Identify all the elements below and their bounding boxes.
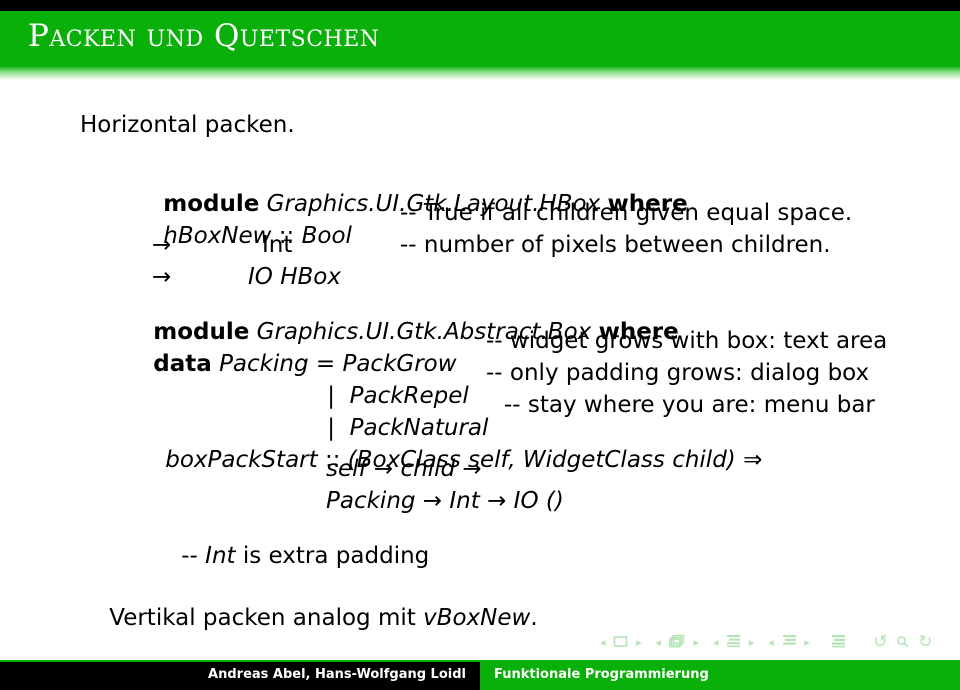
function-name-hboxnew: hBoxNew <box>163 223 272 249</box>
prev-subsection-icon[interactable]: ◂ <box>713 632 719 654</box>
slide-icon[interactable] <box>613 632 628 654</box>
footer-course-title: Funktionale Programmierung <box>494 667 709 682</box>
intro-text: Horizontal packen. <box>80 112 295 138</box>
footer-right-block: Funktionale Programmierung <box>480 662 960 690</box>
function-name-boxpackstart: boxPackStart <box>165 447 318 473</box>
double-arrow: ⇒ <box>743 447 763 473</box>
next-subsection-icon[interactable]: ▸ <box>749 632 755 654</box>
prev-slide-icon[interactable]: ◂ <box>600 632 606 654</box>
comment-extra-padding: -- Int is extra padding <box>152 522 429 591</box>
code-line-self-child: self → child → <box>326 456 482 482</box>
code-comment-equal-space: -- True if all children given equal spac… <box>400 200 853 226</box>
code-line-packing-int-io: Packing → Int → IO () <box>326 488 564 514</box>
header-fade-band <box>0 66 960 80</box>
nav-history-group[interactable]: ↺ ↻ <box>871 631 934 654</box>
next-slide-icon[interactable]: ▸ <box>636 632 642 654</box>
closing-text: Vertikal packen analog mit vBoxNew. <box>80 584 538 653</box>
closing-code-vboxnew: vBoxNew <box>423 605 531 631</box>
prev-section-icon[interactable]: ◂ <box>768 632 774 654</box>
keyword-data: data <box>153 351 212 377</box>
next-frame-icon[interactable]: ▸ <box>694 632 700 654</box>
beamer-navigation-bar[interactable]: ◂ ▸ ◂ ▸ ◂ ▸ ◂ ▸ ↺ ↻ <box>600 631 945 653</box>
footer-authors: Andreas Abel, Hans-Wolfgang Loidl <box>208 667 466 682</box>
search-icon[interactable] <box>896 632 910 654</box>
closing-text-prefix: Vertikal packen analog mit <box>109 605 424 631</box>
type-name-packing: Packing <box>219 351 309 377</box>
comment-packrepel: -- only padding grows: dialog box <box>486 360 870 386</box>
prev-frame-icon[interactable]: ◂ <box>655 632 661 654</box>
frames-icon[interactable] <box>668 632 686 654</box>
page-title: Packen und Quetschen <box>28 18 380 54</box>
comment-packnatural: -- stay where you are: menu bar <box>504 392 875 418</box>
slide-header: Packen und Quetschen <box>0 0 960 80</box>
next-section-icon[interactable]: ▸ <box>804 632 810 654</box>
type-bool: Bool <box>301 223 352 249</box>
section-icon[interactable] <box>782 632 797 654</box>
type-io-hbox: IO HBox <box>248 264 341 290</box>
forward-icon[interactable]: ↻ <box>918 632 932 652</box>
comment-packgrow: -- widget grows with box: text area <box>486 328 888 354</box>
footer-left-block: Andreas Abel, Hans-Wolfgang Loidl <box>0 662 480 690</box>
header-top-strip <box>0 0 960 11</box>
comment-type-int: Int <box>205 543 236 569</box>
slide-footer: Andreas Abel, Hans-Wolfgang Loidl Funkti… <box>0 662 960 690</box>
type-int: Int <box>262 232 293 258</box>
back-icon[interactable]: ↺ <box>873 632 887 652</box>
presentation-icon[interactable] <box>831 632 846 654</box>
comment-dashes: -- <box>181 543 206 569</box>
nav-group-frames[interactable]: ◂ ▸ <box>655 631 699 654</box>
closing-text-suffix: . <box>530 605 538 631</box>
comment-tail: is extra padding <box>235 543 430 569</box>
code-arrow-1: → <box>152 232 172 258</box>
nav-group-slide[interactable]: ◂ ▸ <box>600 631 642 654</box>
code-comment-pixels: -- number of pixels between children. <box>400 232 831 258</box>
nav-group-section[interactable]: ◂ ▸ <box>768 631 810 654</box>
nav-group-subsection[interactable]: ◂ ▸ <box>713 631 755 654</box>
code-arrow-2: → <box>152 264 172 290</box>
subsection-icon[interactable] <box>726 632 741 654</box>
